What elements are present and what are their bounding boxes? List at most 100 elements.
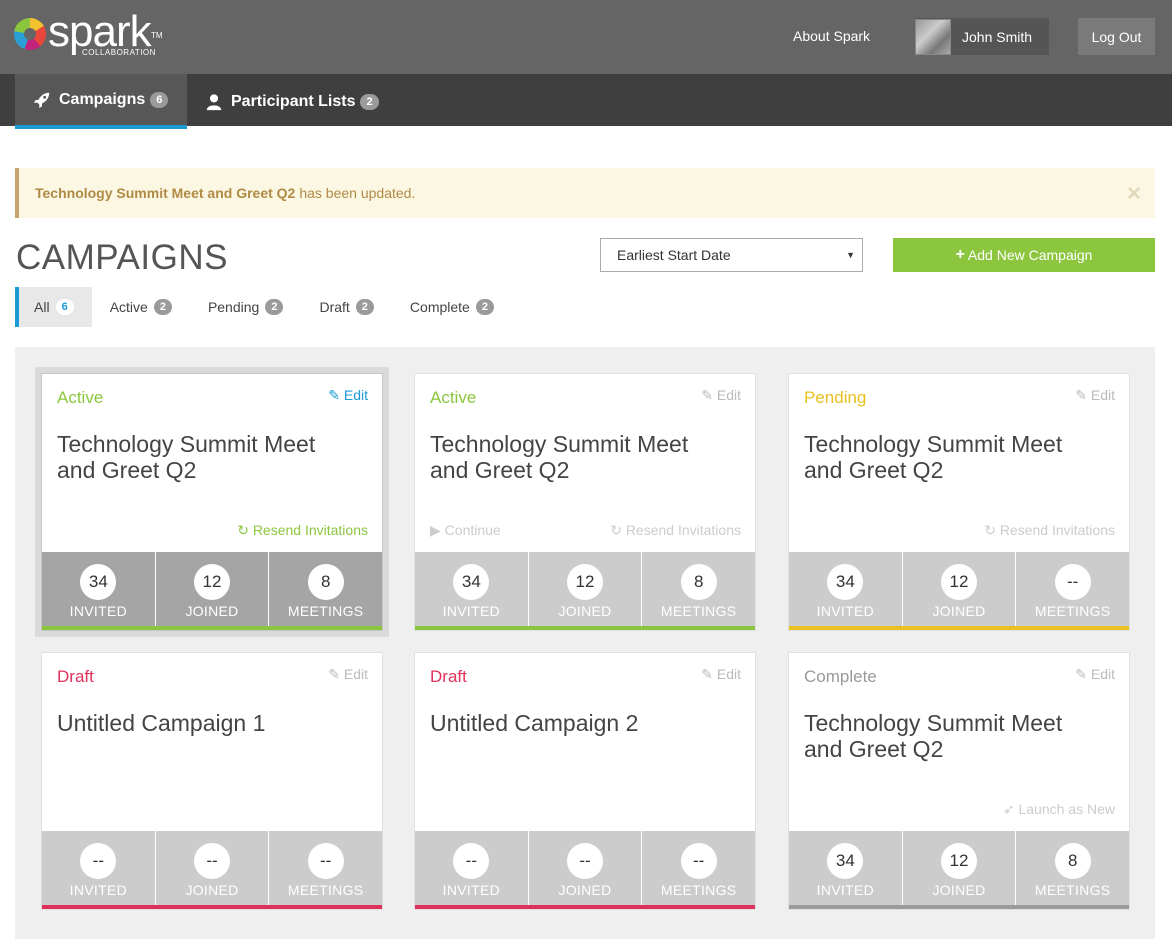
campaign-card[interactable]: Active ✎ Edit Technology Summit Meet and… <box>414 373 756 631</box>
campaign-card[interactable]: Pending ✎ Edit Technology Summit Meet an… <box>788 373 1130 631</box>
stat-invited: 34 INVITED <box>789 552 903 626</box>
plus-icon: + <box>955 246 965 263</box>
pencil-icon: ✎ <box>1075 387 1087 403</box>
edit-link[interactable]: ✎ Edit <box>701 666 741 683</box>
refresh-icon: ↻ <box>610 522 622 538</box>
tab-label: Campaigns <box>59 90 146 108</box>
logout-button[interactable]: Log Out <box>1078 18 1155 55</box>
top-header: spark TM COLLABORATION About Spark John … <box>0 0 1172 74</box>
spark-logo[interactable]: spark TM COLLABORATION <box>14 10 163 57</box>
update-alert: Technology Summit Meet and Greet Q2 has … <box>15 168 1155 218</box>
pencil-icon: ✎ <box>328 387 340 403</box>
campaign-title: Technology Summit Meet and Greet Q2 <box>804 710 1063 762</box>
stat-joined: 12 JOINED <box>155 552 270 626</box>
campaign-status: Draft <box>430 667 467 686</box>
tab-label: Participant Lists <box>231 92 356 110</box>
resend-invitations-link[interactable]: ↻ Resend Invitations <box>984 522 1115 539</box>
stat-joined: -- JOINED <box>155 831 270 905</box>
edit-link[interactable]: ✎ Edit <box>1075 387 1115 404</box>
status-filter-tabs: All 6 Active 2 Pending 2 Draft 2 Complet… <box>15 287 512 327</box>
filter-count-badge: 2 <box>265 299 284 315</box>
tab-campaigns[interactable]: Campaigns 6 <box>15 74 187 129</box>
add-new-campaign-button[interactable]: + Add New Campaign <box>893 238 1155 272</box>
stat-meetings: 8 MEETINGS <box>269 552 383 626</box>
play-icon: ▶ <box>430 522 441 538</box>
tab-count-badge: 2 <box>360 93 379 110</box>
edit-link[interactable]: ✎ Edit <box>701 387 741 404</box>
filter-draft[interactable]: Draft 2 <box>301 287 391 327</box>
pencil-icon: ✎ <box>701 666 713 682</box>
sort-selected-value: Earliest Start Date <box>617 247 731 263</box>
page-title: CAMPAIGNS <box>16 238 228 277</box>
campaign-stats: 34 INVITED 12 JOINED 8 MEETINGS <box>789 831 1130 909</box>
stat-meetings: -- MEETINGS <box>642 831 756 905</box>
campaign-stats: 34 INVITED 12 JOINED -- MEETINGS <box>789 552 1130 630</box>
pencil-icon: ✎ <box>1075 666 1087 682</box>
campaign-status: Pending <box>804 388 867 407</box>
resend-invitations-link[interactable]: ↻ Resend Invitations <box>610 522 741 539</box>
stat-invited: 34 INVITED <box>789 831 903 905</box>
stat-meetings: 8 MEETINGS <box>1016 831 1130 905</box>
filter-count-badge: 6 <box>55 299 74 315</box>
campaign-stats: -- INVITED -- JOINED -- MEETINGS <box>42 831 383 909</box>
stat-joined: 12 JOINED <box>902 831 1017 905</box>
pencil-icon: ✎ <box>701 387 713 403</box>
user-menu-button[interactable]: John Smith <box>915 18 1049 55</box>
campaign-status: Complete <box>804 667 877 686</box>
filter-label: Active <box>109 299 148 315</box>
campaign-stats: 34 INVITED 12 JOINED 8 MEETINGS <box>42 552 383 630</box>
campaign-status: Active <box>57 388 104 407</box>
add-button-label: Add New Campaign <box>967 247 1093 263</box>
filter-label: All <box>34 299 50 315</box>
filter-count-badge: 2 <box>355 299 374 315</box>
campaign-card[interactable]: Draft ✎ Edit Untitled Campaign 1 -- INVIT… <box>41 652 383 910</box>
edit-link[interactable]: ✎ Edit <box>328 666 368 683</box>
campaign-stats: 34 INVITED 12 JOINED 8 MEETINGS <box>415 552 756 630</box>
campaign-title: Technology Summit Meet and Greet Q2 <box>804 431 1063 483</box>
filter-active[interactable]: Active 2 <box>92 287 190 327</box>
filter-label: Complete <box>409 299 470 315</box>
campaign-title: Technology Summit Meet and Greet Q2 <box>430 431 689 483</box>
campaign-title: Untitled Campaign 2 <box>430 710 639 736</box>
stat-joined: 12 JOINED <box>902 552 1017 626</box>
filter-count-badge: 2 <box>153 299 172 315</box>
filter-complete[interactable]: Complete 2 <box>392 287 512 327</box>
resend-invitations-link[interactable]: ↻ Resend Invitations <box>237 522 368 539</box>
user-icon <box>206 93 222 110</box>
alert-campaign-name: Technology Summit Meet and Greet Q2 <box>35 185 296 201</box>
edit-link[interactable]: ✎ Edit <box>328 387 368 404</box>
continue-link[interactable]: ▶ Continue <box>430 522 501 539</box>
refresh-icon: ↻ <box>237 522 249 538</box>
launch-as-new-link[interactable]: ➶ Launch as New <box>1003 801 1115 818</box>
campaign-status: Active <box>430 388 477 407</box>
pencil-icon: ✎ <box>328 666 340 682</box>
about-spark-link[interactable]: About Spark <box>793 28 870 44</box>
tab-participant-lists[interactable]: Participant Lists 2 <box>205 74 379 129</box>
alert-message: has been updated. <box>299 185 416 201</box>
stat-joined: 12 JOINED <box>528 552 643 626</box>
campaign-stats: -- INVITED -- JOINED -- MEETINGS <box>415 831 756 909</box>
close-icon[interactable]: × <box>1127 180 1141 208</box>
filter-count-badge: 2 <box>475 299 494 315</box>
filter-label: Draft <box>319 299 350 315</box>
stat-invited: -- INVITED <box>415 831 529 905</box>
stat-meetings: 8 MEETINGS <box>642 552 756 626</box>
filter-pending[interactable]: Pending 2 <box>190 287 302 327</box>
user-name: John Smith <box>962 28 1033 45</box>
filter-all[interactable]: All 6 <box>15 287 92 327</box>
sort-select[interactable]: Earliest Start Date ▼ <box>600 238 863 272</box>
campaign-card[interactable]: Complete ✎ Edit Technology Summit Meet a… <box>788 652 1130 910</box>
caret-down-icon: ▼ <box>846 250 855 260</box>
campaign-status: Draft <box>57 667 94 686</box>
edit-link[interactable]: ✎ Edit <box>1075 666 1115 683</box>
campaign-grid: Active ✎ Edit Technology Summit Meet and… <box>15 347 1155 939</box>
avatar <box>915 18 951 55</box>
logo-mark-icon <box>14 18 46 50</box>
campaign-card[interactable]: Active ✎ Edit Technology Summit Meet and… <box>41 373 383 631</box>
campaign-card[interactable]: Draft ✎ Edit Untitled Campaign 2 -- INVIT… <box>414 652 756 910</box>
main-nav: Campaigns 6 Participant Lists 2 <box>0 74 1172 129</box>
stat-invited: 34 INVITED <box>415 552 529 626</box>
stat-joined: -- JOINED <box>528 831 643 905</box>
stat-meetings: -- MEETINGS <box>1016 552 1130 626</box>
filter-label: Pending <box>207 299 260 315</box>
